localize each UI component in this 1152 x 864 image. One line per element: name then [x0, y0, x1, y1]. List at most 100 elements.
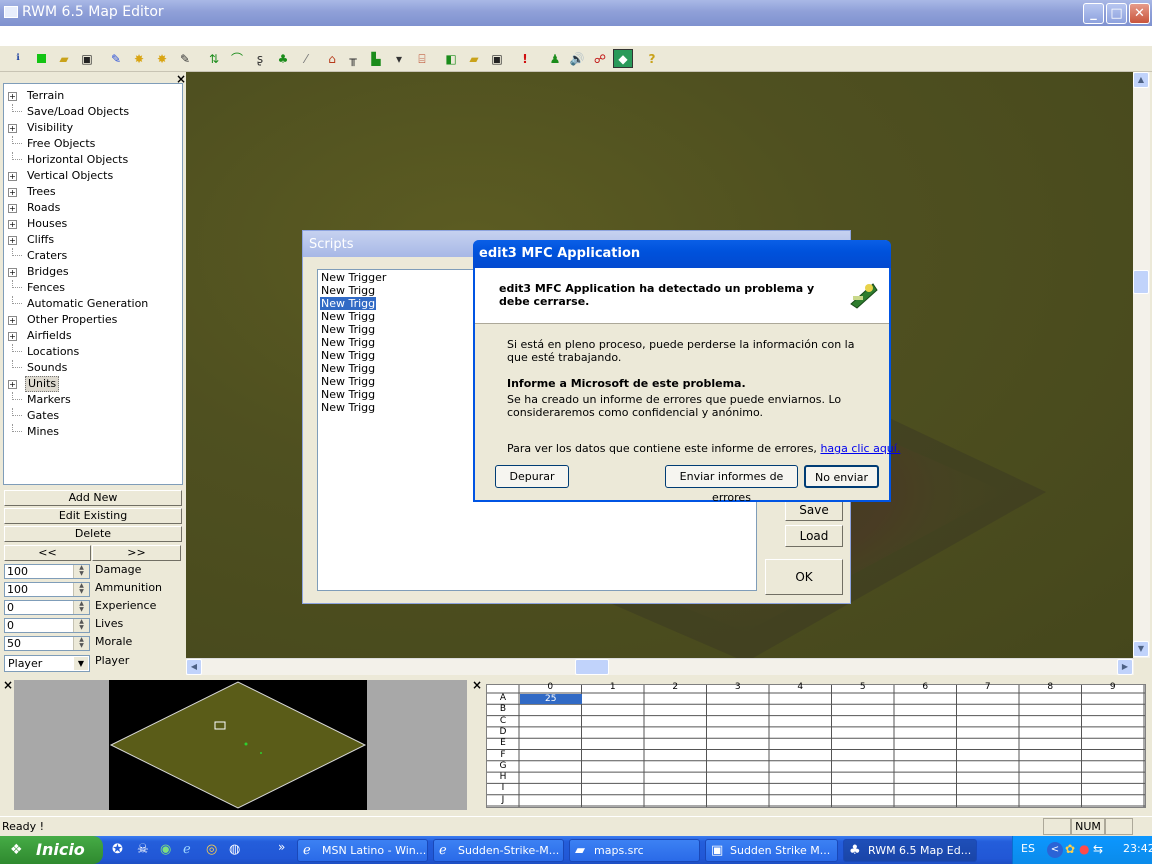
expand-icon[interactable]: +: [8, 172, 17, 181]
height-tool-icon[interactable]: ⇅: [204, 49, 224, 68]
object-tree[interactable]: + Terrain Save/Load Objects + Visibility Free…: [3, 83, 183, 485]
expand-icon[interactable]: +: [8, 92, 17, 101]
taskbar-button[interactable]: ▣ Sudden Strike M...: [705, 839, 838, 862]
maximize-button[interactable]: □: [1106, 3, 1127, 24]
trigger-item[interactable]: New Trigg: [320, 297, 377, 310]
tree-tool-icon[interactable]: ♣: [273, 49, 293, 68]
horizontal-scroll-thumb[interactable]: [575, 659, 609, 675]
save-button[interactable]: Save: [785, 499, 843, 521]
scroll-down-icon[interactable]: ▼: [1133, 641, 1149, 657]
data-grid[interactable]: 0 1 2 3 4 5 6 7 8 9 A B C D E F G H I J 25: [486, 682, 1146, 808]
scroll-right-icon[interactable]: ▶: [1117, 659, 1133, 675]
spinner-arrows-icon[interactable]: ▲ ▼: [73, 583, 89, 596]
bridge-tool-icon[interactable]: ╥: [343, 49, 363, 68]
spinner-arrows-icon[interactable]: ▲ ▼: [73, 619, 89, 632]
unit-tool-icon[interactable]: ♟: [545, 49, 565, 68]
minimap-close-icon[interactable]: ×: [3, 678, 13, 692]
chevron-down-icon[interactable]: ▼: [74, 657, 88, 670]
spinner-arrows-icon[interactable]: ▲ ▼: [73, 637, 89, 650]
expand-icon[interactable]: +: [8, 332, 17, 341]
dont-send-button[interactable]: No enviar: [804, 465, 879, 488]
tray-network-icon[interactable]: ⇆: [1093, 842, 1103, 856]
new-icon[interactable]: [31, 49, 51, 68]
trigger-item[interactable]: New Trigg: [320, 401, 376, 414]
expand-icon[interactable]: +: [8, 204, 17, 213]
player-select[interactable]: Player ▼: [4, 655, 90, 672]
spin-input[interactable]: 0 ▲ ▼: [4, 618, 90, 633]
alert-tool-icon[interactable]: !: [515, 49, 535, 68]
grid-close-icon[interactable]: ×: [472, 678, 482, 692]
load-button[interactable]: Load: [785, 525, 843, 547]
save-all-icon[interactable]: ▣: [487, 49, 507, 68]
tray-expand-icon[interactable]: <: [1047, 842, 1063, 858]
quicklaunch-ie-icon[interactable]: ℯ: [183, 842, 191, 857]
taskbar-button[interactable]: ♣ RWM 6.5 Map Ed...: [843, 839, 977, 862]
expand-icon[interactable]: +: [8, 188, 17, 197]
close-button[interactable]: ✕: [1129, 3, 1150, 24]
expand-icon[interactable]: +: [8, 268, 17, 277]
taskbar-button[interactable]: ℯ Sudden-Strike-M...: [433, 839, 564, 862]
quicklaunch-overflow-icon[interactable]: »: [278, 840, 285, 854]
trigger-item[interactable]: New Trigg: [320, 375, 376, 388]
spinner-arrows-icon[interactable]: ▲ ▼: [73, 565, 89, 578]
next-button[interactable]: >>: [92, 545, 181, 561]
trigger-item[interactable]: New Trigg: [320, 310, 376, 323]
send-report-button[interactable]: Enviar informes de errores: [665, 465, 798, 504]
edit-existing-button[interactable]: Edit Existing: [4, 508, 182, 524]
sign-tool-icon[interactable]: ʂ: [250, 49, 270, 68]
expand-icon[interactable]: +: [8, 124, 17, 133]
pen-tool-icon[interactable]: ⁄: [296, 49, 316, 68]
minimap[interactable]: [109, 680, 367, 810]
details-link[interactable]: haga clic aquí.: [820, 442, 900, 455]
spin-input[interactable]: 100 ▲ ▼: [4, 582, 90, 597]
info-icon[interactable]: ℹ: [8, 49, 28, 68]
terrain-tool-icon[interactable]: ✎: [106, 49, 126, 68]
dropdown-tool-icon[interactable]: ▾: [389, 49, 409, 68]
script-tool-icon[interactable]: ☍: [590, 49, 610, 68]
tray-app-icon[interactable]: ✿: [1065, 842, 1075, 856]
ok-button[interactable]: OK: [765, 559, 843, 595]
vertical-scroll-thumb[interactable]: [1133, 270, 1149, 294]
object-tool-icon[interactable]: ✸: [129, 49, 149, 68]
sound-icon[interactable]: 🔊: [567, 49, 587, 68]
language-indicator[interactable]: ES: [1021, 842, 1035, 855]
open-folder-icon[interactable]: ▰: [54, 49, 74, 68]
spinner-arrows-icon[interactable]: ▲ ▼: [73, 601, 89, 614]
edit-tool-icon[interactable]: ✎: [175, 49, 195, 68]
scroll-left-icon[interactable]: ◀: [186, 659, 202, 675]
map-tool-icon[interactable]: ◆: [613, 49, 633, 68]
quicklaunch-player-icon[interactable]: ◎: [206, 842, 217, 857]
help-icon[interactable]: ?: [642, 49, 662, 68]
expand-icon[interactable]: +: [8, 380, 17, 389]
scroll-up-icon[interactable]: ▲: [1133, 72, 1149, 88]
debug-button[interactable]: Depurar: [495, 465, 569, 488]
tray-antivirus-icon[interactable]: ●: [1079, 842, 1089, 856]
save-disk-icon[interactable]: ▣: [77, 49, 97, 68]
trigger-item[interactable]: New Trigg: [320, 349, 376, 362]
house-tool-icon[interactable]: ⌂: [322, 49, 342, 68]
trigger-item[interactable]: New Trigg: [320, 362, 376, 375]
quicklaunch-messenger-icon[interactable]: ◍: [229, 842, 240, 857]
spin-input[interactable]: 50 ▲ ▼: [4, 636, 90, 651]
delete-button[interactable]: Delete: [4, 526, 182, 542]
vertical-scrollbar[interactable]: ▲ ▼: [1133, 72, 1150, 658]
expand-icon[interactable]: +: [8, 236, 17, 245]
quicklaunch-globe-icon[interactable]: ◉: [160, 842, 171, 857]
spin-input[interactable]: 0 ▲ ▼: [4, 600, 90, 615]
object-tool-2-icon[interactable]: ✸: [152, 49, 172, 68]
cliff-tool-icon[interactable]: ▙: [366, 49, 386, 68]
trigger-item[interactable]: New Trigg: [320, 284, 376, 297]
open-icon[interactable]: ▰: [464, 49, 484, 68]
taskbar-button[interactable]: ℯ MSN Latino - Win...: [297, 839, 428, 862]
fence-tool-icon[interactable]: ⌸: [412, 49, 432, 68]
spin-input[interactable]: 100 ▲ ▼: [4, 564, 90, 579]
trigger-item[interactable]: New Trigg: [320, 323, 376, 336]
quicklaunch-firefox-icon[interactable]: ✪: [112, 842, 123, 857]
trigger-item[interactable]: New Trigg: [320, 388, 376, 401]
horizontal-scrollbar[interactable]: ◀ ▶: [186, 658, 1134, 675]
import-icon[interactable]: ◧: [441, 49, 461, 68]
expand-icon[interactable]: +: [8, 316, 17, 325]
trigger-item[interactable]: New Trigg: [320, 336, 376, 349]
quicklaunch-game-icon[interactable]: ☠: [137, 842, 149, 857]
taskbar-button[interactable]: ▰ maps.src: [569, 839, 700, 862]
